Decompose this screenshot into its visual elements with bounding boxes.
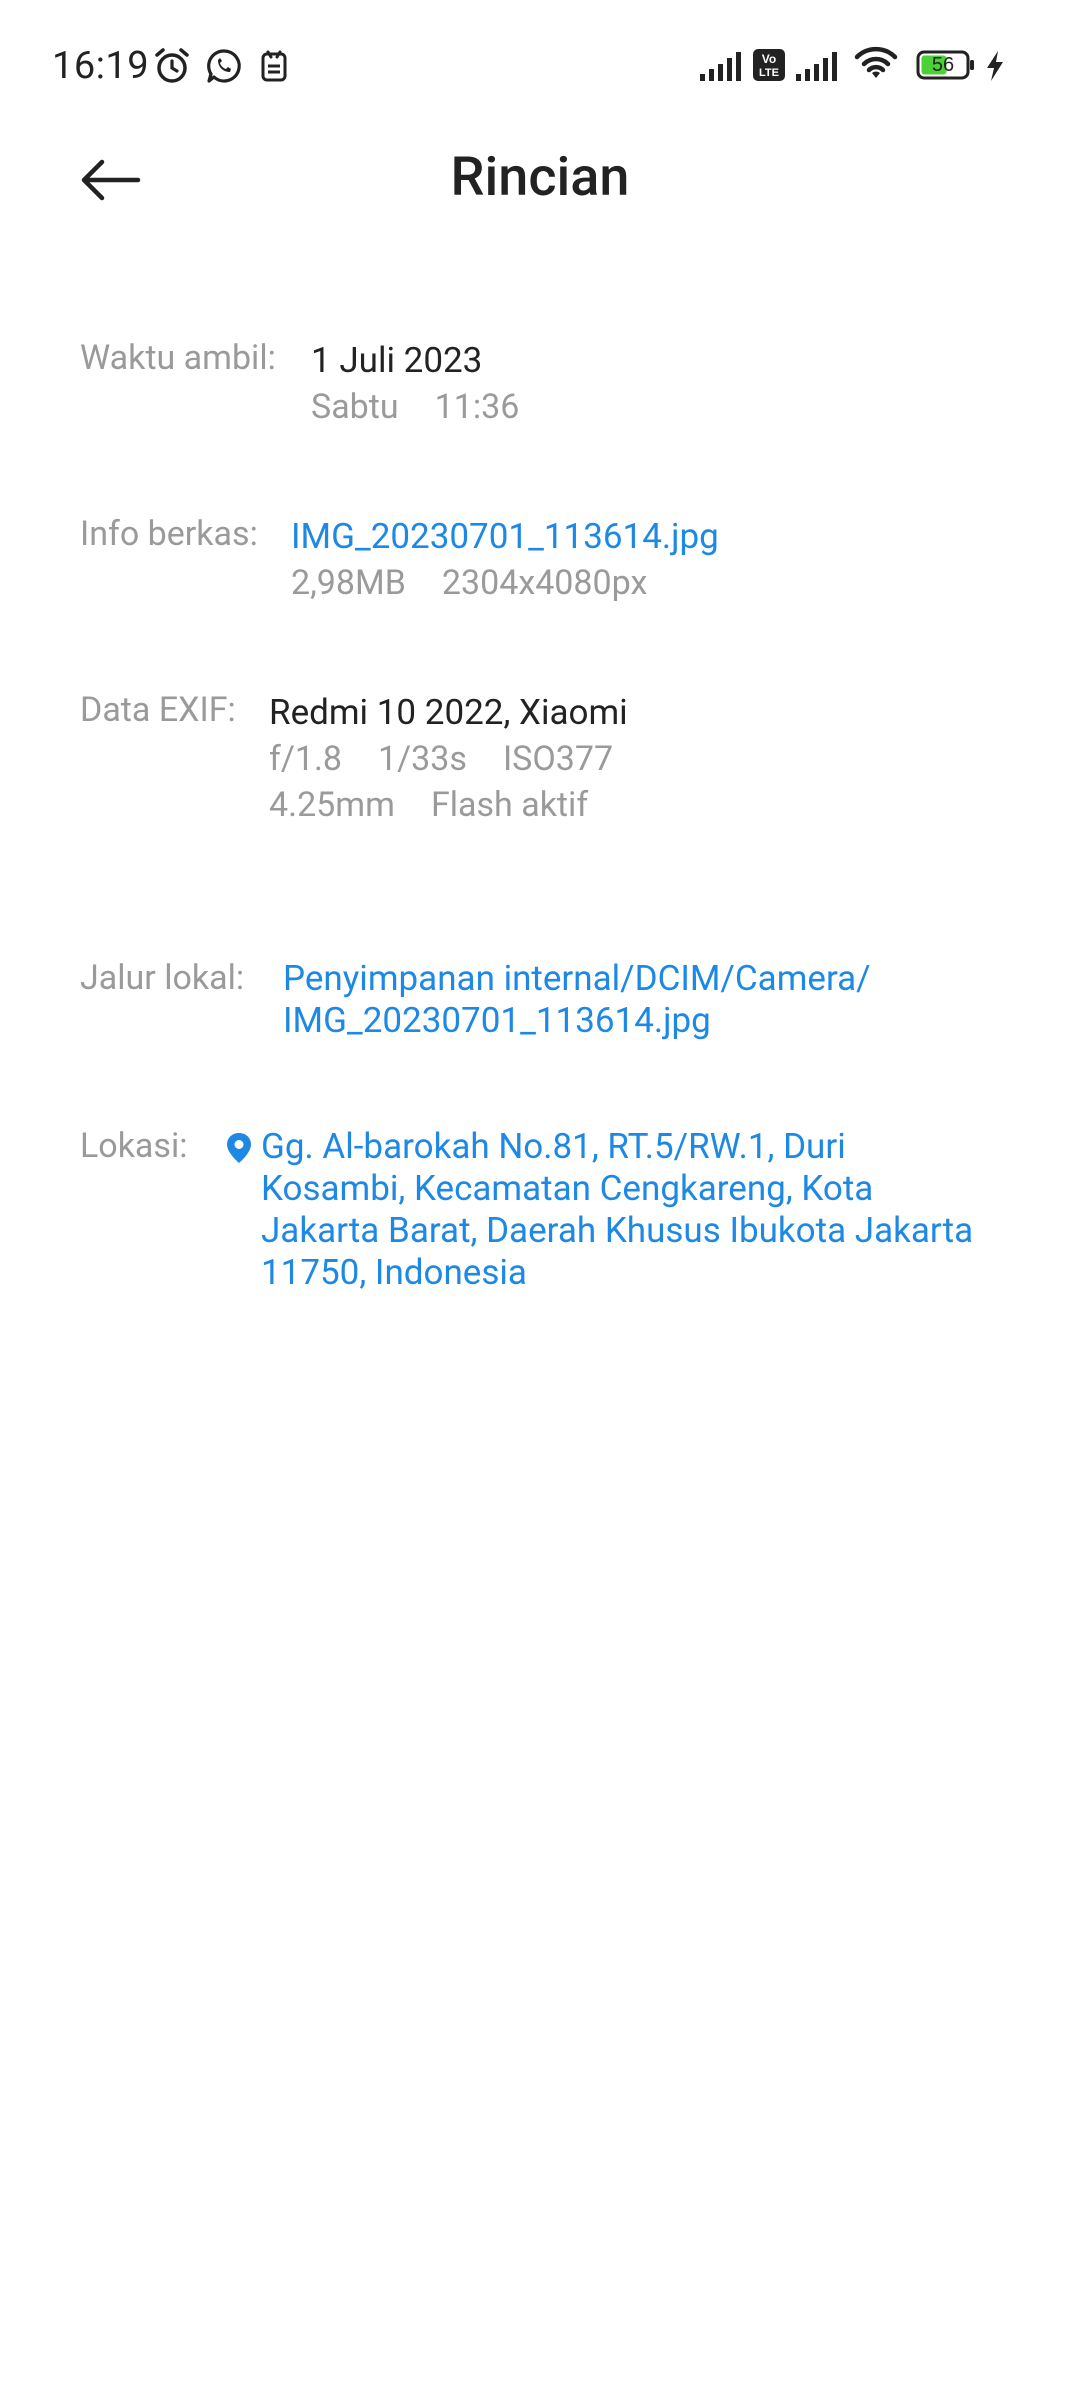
svg-text:LTE: LTE <box>759 67 779 79</box>
status-time: 16:19 <box>52 44 150 88</box>
exif-device: Redmi 10 2022, Xiaomi <box>269 692 628 733</box>
signal-icon <box>796 52 837 81</box>
battery-level: 56 <box>931 54 955 76</box>
location-pin-icon <box>227 1133 251 1163</box>
alarm-icon <box>155 48 189 83</box>
charging-icon <box>987 51 1003 81</box>
exif-flash: Flash aktif <box>430 785 589 825</box>
taken-day: Sabtu <box>311 387 399 427</box>
battery-icon: 56 <box>916 50 976 80</box>
signal-icon <box>700 52 741 81</box>
page-title: Rincian <box>450 146 630 209</box>
exif-iso: ISO377 <box>502 739 614 779</box>
location-label: Lokasi: <box>80 1126 188 1166</box>
exif-shutter: 1/33s <box>378 739 467 779</box>
local-path-label: Jalur lokal: <box>80 958 245 998</box>
file-info-label: Info berkas: <box>80 514 258 554</box>
location-line: Gg. Al-barokah No.81, RT.5/RW.1, Duri <box>261 1126 846 1167</box>
wifi-icon <box>854 46 898 78</box>
exif-exposure: f/1.8 1/33s ISO377 <box>269 736 628 782</box>
taken-time-value: 1 Juli 2023 Sabtu 11:36 <box>311 338 519 430</box>
file-size: 2,98MB <box>291 563 406 603</box>
exif-aperture: f/1.8 <box>269 739 343 779</box>
whatsapp-icon <box>207 49 241 83</box>
local-path-line: Penyimpanan internal/DCIM/Camera/ <box>283 958 871 999</box>
taken-time-label: Waktu ambil: <box>80 338 276 378</box>
file-name-link[interactable]: IMG_20230701_113614.jpg <box>291 514 719 560</box>
exif-value: Redmi 10 2022, Xiaomi f/1.8 1/33s ISO377 4… <box>269 690 628 828</box>
location-address-link[interactable]: Gg. Al-barokah No.81, RT.5/RW.1, Duri Ko… <box>261 1126 973 1294</box>
location-line: 11750, Indonesia <box>261 1252 527 1293</box>
local-path-line: IMG_20230701_113614.jpg <box>283 1000 711 1041</box>
svg-text:Vo: Vo <box>762 52 776 66</box>
file-meta: 2,98MB 2304x4080px <box>291 560 719 606</box>
location-line: Kosambi, Kecamatan Cengkareng, Kota <box>261 1168 874 1209</box>
taken-date: 1 Juli 2023 <box>311 340 483 381</box>
taken-clock: 11:36 <box>434 387 520 427</box>
taken-day-time: Sabtu 11:36 <box>311 384 519 430</box>
status-bar: 16:19 Vo LTE 56 <box>0 0 1080 130</box>
file-resolution: 2304x4080px <box>441 563 648 603</box>
volte-icon: Vo LTE <box>753 49 785 81</box>
location-line: Jakarta Barat, Daerah Khusus Ibukota Jak… <box>261 1210 974 1251</box>
sim-toolkit-icon <box>261 50 287 82</box>
file-info-value: IMG_20230701_113614.jpg 2,98MB 2304x4080p… <box>291 514 719 606</box>
exif-label: Data EXIF: <box>80 690 236 730</box>
exif-lens: 4.25mm Flash aktif <box>269 782 628 828</box>
local-path-link[interactable]: Penyimpanan internal/DCIM/Camera/ IMG_20… <box>283 958 871 1042</box>
exif-focal: 4.25mm <box>269 785 395 825</box>
